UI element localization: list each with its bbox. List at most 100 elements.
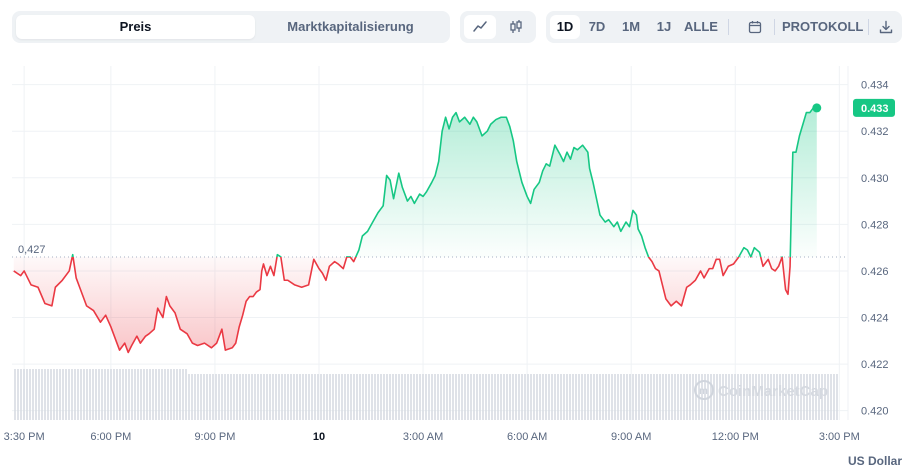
volume-bar [290, 374, 292, 420]
volume-bar [392, 374, 394, 420]
volume-bar [587, 374, 589, 420]
y-tick-label: 0.422 [861, 359, 889, 371]
currency-unit-label: US Dollar [847, 454, 902, 468]
volume-bar [305, 374, 307, 420]
volume-bar [557, 374, 559, 420]
baseline-label: 0,427 [18, 244, 46, 256]
volume-bar [314, 374, 316, 420]
volume-bar [632, 374, 634, 420]
volume-bar [401, 374, 403, 420]
volume-bar [578, 374, 580, 420]
volume-bar [260, 374, 262, 420]
volume-bar [605, 374, 607, 420]
volume-bar [284, 374, 286, 420]
download-button[interactable] [874, 15, 898, 39]
volume-bar [38, 369, 40, 420]
x-tick-label: 3:00 PM [819, 431, 860, 443]
volume-bar [680, 374, 682, 420]
volume-bar [50, 369, 52, 420]
volume-bar [218, 374, 220, 420]
volume-bar [269, 374, 271, 420]
volume-bar [431, 374, 433, 420]
volume-bar [53, 369, 55, 420]
volume-bar [563, 374, 565, 420]
volume-bar [434, 374, 436, 420]
volume-bar [584, 374, 586, 420]
volume-bar [659, 374, 661, 420]
volume-bar [476, 374, 478, 420]
volume-bar [185, 369, 187, 420]
volume-bar [254, 374, 256, 420]
volume-bar [671, 374, 673, 420]
x-axis: 3:30 PM 6:00 PM 9:00 PM 10 3:00 AM 6:00 AM 9:0… [4, 431, 860, 443]
y-axis: 0.434 0.432 0.430 0.428 0.426 0.424 0.422 0.420 [861, 80, 889, 418]
y-tick-label: 0.424 [861, 313, 889, 325]
tab-market-cap[interactable]: Marktkapitalisierung [255, 15, 446, 39]
volume-bar [509, 374, 511, 420]
price-chart[interactable]: m CoinMarketCap 0,427 0.4340.4320.4300.4… [0, 0, 918, 475]
volume-bar [83, 369, 85, 420]
volume-bar [188, 374, 190, 420]
volume-bar [497, 374, 499, 420]
volume-bar [566, 374, 568, 420]
volume-bar [377, 374, 379, 420]
volume-bar [581, 374, 583, 420]
volume-bar [23, 369, 25, 420]
volume-bar [620, 374, 622, 420]
log-scale-button[interactable]: PROTOKOLL [782, 15, 863, 39]
volume-bar [674, 374, 676, 420]
volume-bar [161, 369, 163, 420]
volume-bar [836, 374, 838, 420]
volume-bar [647, 374, 649, 420]
range-7d-button[interactable]: 7D [582, 15, 612, 39]
volume-bar [656, 374, 658, 420]
volume-bar [653, 374, 655, 420]
volume-bar [233, 374, 235, 420]
range-all-button[interactable]: ALLE [680, 15, 722, 39]
volume-bar [116, 369, 118, 420]
volume-bar [326, 374, 328, 420]
volume-bar [41, 369, 43, 420]
range-1d-button[interactable]: 1D [550, 15, 580, 39]
tab-price[interactable]: Preis [16, 15, 255, 39]
volume-bar [323, 374, 325, 420]
volume-bar [548, 374, 550, 420]
volume-bar [383, 374, 385, 420]
y-tick-label: 0.420 [861, 406, 889, 418]
volume-bar [149, 369, 151, 420]
volume-bar [242, 374, 244, 420]
x-tick-label: 3:00 AM [403, 431, 443, 443]
current-price-badge: 0.433 [853, 98, 895, 117]
volume-bar [296, 374, 298, 420]
current-price-label: 0.433 [861, 103, 889, 115]
line-chart-button[interactable] [464, 15, 496, 39]
volume-bar [353, 374, 355, 420]
volume-bar [521, 374, 523, 420]
volume-bar [239, 374, 241, 420]
volume-bar [95, 369, 97, 420]
range-1y-button[interactable]: 1J [650, 15, 678, 39]
volume-bar [470, 374, 472, 420]
volume-bar [596, 374, 598, 420]
volume-bar [236, 374, 238, 420]
range-1m-button[interactable]: 1M [616, 15, 646, 39]
divider [774, 19, 775, 35]
volume-bar [212, 374, 214, 420]
volume-bar [335, 374, 337, 420]
volume-bar [113, 369, 115, 420]
volume-bar [623, 374, 625, 420]
volume-bar [266, 374, 268, 420]
volume-bar [107, 369, 109, 420]
volume-bar [527, 374, 529, 420]
volume-bar [542, 374, 544, 420]
volume-bar [257, 374, 259, 420]
candlestick-button[interactable] [500, 15, 532, 39]
volume-bar [230, 374, 232, 420]
volume-bar [167, 369, 169, 420]
volume-bar [413, 374, 415, 420]
volume-bar [278, 374, 280, 420]
date-range-button[interactable] [742, 15, 768, 39]
volume-bar [359, 374, 361, 420]
volume-bar [137, 369, 139, 420]
volume-bar [182, 369, 184, 420]
